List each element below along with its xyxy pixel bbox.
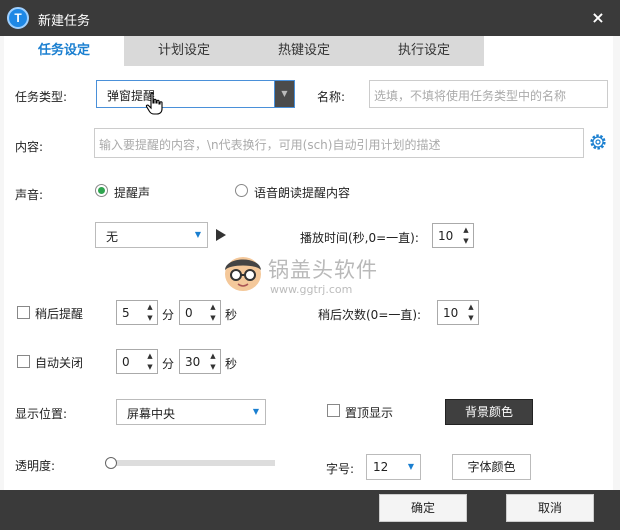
stepper-down-icon[interactable]: ▼ bbox=[145, 313, 155, 323]
task-dialog: T 新建任务 × 任务设定 计划设定 热键设定 执行设定 任务类型: 弹窗提醒 … bbox=[0, 0, 620, 530]
cancel-button[interactable]: 取消 bbox=[506, 494, 594, 522]
topmost-label: 置顶显示 bbox=[345, 406, 394, 420]
radio-tts-label: 语音朗读提醒内容 bbox=[254, 186, 351, 200]
auto-close-label: 自动关闭 bbox=[35, 356, 84, 370]
background-color-button[interactable]: 背景颜色 bbox=[445, 399, 533, 425]
opacity-slider-thumb[interactable] bbox=[105, 457, 117, 469]
sound-select-value: 无 bbox=[106, 230, 119, 244]
chevron-down-icon[interactable]: ▼ bbox=[402, 455, 420, 479]
radio-tts[interactable] bbox=[235, 184, 248, 197]
opacity-slider-track[interactable] bbox=[107, 460, 275, 466]
chevron-down-icon[interactable]: ▼ bbox=[247, 400, 265, 424]
auto-close-seconds-value: 30 bbox=[185, 355, 201, 369]
sound-select[interactable]: 无 ▼ bbox=[95, 222, 208, 248]
font-size-label: 字号: bbox=[326, 462, 355, 476]
chevron-down-icon[interactable]: ▼ bbox=[189, 223, 207, 247]
snooze-count-label: 稍后次数(0=一直): bbox=[318, 308, 422, 322]
task-type-label: 任务类型: bbox=[15, 90, 68, 104]
tab-bar: 任务设定 计划设定 热键设定 执行设定 bbox=[4, 36, 613, 66]
auto-close-minutes-stepper[interactable]: 0 ▲ ▼ bbox=[116, 349, 158, 374]
stepper-up-icon[interactable]: ▲ bbox=[208, 351, 218, 361]
snooze-count-stepper[interactable]: 10 ▲ ▼ bbox=[437, 300, 479, 325]
stepper-down-icon[interactable]: ▼ bbox=[466, 313, 476, 323]
stepper-up-icon[interactable]: ▲ bbox=[466, 302, 476, 312]
stepper-up-icon[interactable]: ▲ bbox=[145, 351, 155, 361]
position-select[interactable]: 屏幕中央 ▼ bbox=[116, 399, 266, 425]
snooze-seconds-value: 0 bbox=[185, 306, 193, 320]
stepper-down-icon[interactable]: ▼ bbox=[145, 362, 155, 372]
content-placeholder: 输入要提醒的内容，\n代表换行，可用(sch)自动引用计划的描述 bbox=[99, 138, 441, 152]
auto-close-min-unit: 分 bbox=[162, 357, 175, 371]
tab-bar-filler bbox=[484, 36, 613, 66]
font-size-select[interactable]: 12 ▼ bbox=[366, 454, 421, 480]
app-logo-icon: T bbox=[7, 7, 29, 29]
stepper-up-icon[interactable]: ▲ bbox=[461, 225, 471, 235]
snooze-seconds-stepper[interactable]: 0 ▲ ▼ bbox=[179, 300, 221, 325]
snooze-label: 稍后提醒 bbox=[35, 307, 84, 321]
task-type-select[interactable]: 弹窗提醒 ▼ bbox=[96, 80, 295, 108]
stepper-down-icon[interactable]: ▼ bbox=[208, 313, 218, 323]
snooze-min-unit: 分 bbox=[162, 308, 175, 322]
font-size-value: 12 bbox=[373, 460, 389, 474]
radio-beep-label: 提醒声 bbox=[114, 186, 151, 200]
snooze-minutes-stepper[interactable]: 5 ▲ ▼ bbox=[116, 300, 158, 325]
auto-close-sec-unit: 秒 bbox=[225, 357, 238, 371]
snooze-minutes-value: 5 bbox=[122, 306, 130, 320]
play-icon[interactable] bbox=[216, 229, 226, 241]
window-title: 新建任务 bbox=[38, 14, 91, 29]
dialog-content: 任务设定 计划设定 热键设定 执行设定 任务类型: 弹窗提醒 ▼ 名称: 选填，… bbox=[4, 36, 613, 490]
radio-beep[interactable] bbox=[95, 184, 108, 197]
content-label: 内容: bbox=[15, 140, 44, 154]
ok-button[interactable]: 确定 bbox=[379, 494, 467, 522]
auto-close-seconds-stepper[interactable]: 30 ▲ ▼ bbox=[179, 349, 221, 374]
sound-label: 声音: bbox=[15, 188, 44, 202]
gear-icon[interactable] bbox=[588, 132, 608, 152]
tab-schedule-settings[interactable]: 计划设定 bbox=[124, 36, 244, 66]
duration-stepper[interactable]: 10 ▲ ▼ bbox=[432, 223, 474, 248]
chevron-down-icon[interactable]: ▼ bbox=[274, 81, 294, 107]
stepper-down-icon[interactable]: ▼ bbox=[461, 236, 471, 246]
opacity-label: 透明度: bbox=[15, 459, 56, 473]
snooze-checkbox[interactable] bbox=[17, 306, 30, 319]
watermark-text: 锅盖头软件 bbox=[268, 258, 378, 282]
auto-close-checkbox[interactable] bbox=[17, 355, 30, 368]
topmost-checkbox[interactable] bbox=[327, 404, 340, 417]
dialog-footer: 确定 取消 bbox=[0, 490, 620, 530]
auto-close-minutes-value: 0 bbox=[122, 355, 130, 369]
title-bar: T 新建任务 × bbox=[0, 0, 620, 36]
tab-hotkey-settings[interactable]: 热键设定 bbox=[244, 36, 364, 66]
close-icon[interactable]: × bbox=[588, 8, 608, 28]
name-label: 名称: bbox=[317, 90, 346, 104]
tab-task-settings[interactable]: 任务设定 bbox=[4, 36, 124, 66]
name-input[interactable]: 选填，不填将使用任务类型中的名称 bbox=[369, 80, 608, 108]
font-color-button[interactable]: 字体颜色 bbox=[452, 454, 531, 480]
hand-cursor-icon bbox=[145, 92, 163, 115]
position-label: 显示位置: bbox=[15, 407, 68, 421]
duration-value: 10 bbox=[438, 229, 454, 243]
tab-execution-settings[interactable]: 执行设定 bbox=[364, 36, 484, 66]
watermark: 锅盖头软件 www.ggtrj.com bbox=[218, 246, 398, 306]
snooze-count-value: 10 bbox=[443, 306, 459, 320]
snooze-sec-unit: 秒 bbox=[225, 308, 238, 322]
name-placeholder: 选填，不填将使用任务类型中的名称 bbox=[374, 89, 567, 103]
stepper-up-icon[interactable]: ▲ bbox=[145, 302, 155, 312]
duration-label: 播放时间(秒,0=一直): bbox=[300, 231, 419, 245]
app-logo-letter: T bbox=[14, 11, 22, 25]
stepper-up-icon[interactable]: ▲ bbox=[208, 302, 218, 312]
watermark-mascot-icon bbox=[225, 257, 261, 291]
content-input[interactable]: 输入要提醒的内容，\n代表换行，可用(sch)自动引用计划的描述 bbox=[94, 128, 584, 158]
position-value: 屏幕中央 bbox=[127, 407, 176, 421]
stepper-down-icon[interactable]: ▼ bbox=[208, 362, 218, 372]
right-border bbox=[613, 36, 620, 490]
watermark-url: www.ggtrj.com bbox=[270, 283, 353, 296]
